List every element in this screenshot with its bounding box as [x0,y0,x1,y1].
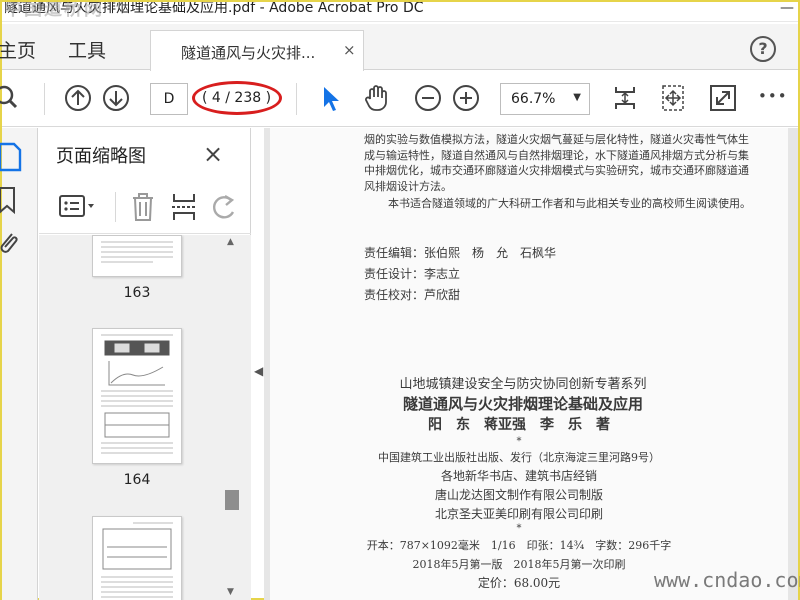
watermark-top: 中国道桥网 [4,2,104,20]
panel-close-button[interactable]: × [203,140,223,168]
collapse-panel-icon[interactable]: ◀ [254,364,263,378]
chevron-down-icon: ▼ [573,92,581,103]
minimize-button[interactable]: — [780,2,794,18]
page-number-input[interactable]: D [150,83,188,115]
panel-toolbar [39,182,251,234]
toolbar-separator [296,83,297,115]
scroll-down-icon[interactable]: ▼ [227,587,234,597]
intro-line: 成与输运特性，隧道自然通风与自然排烟理论，水下隧道通风排烟方式分析与集 [364,148,749,162]
page-preview [101,241,173,263]
tab-tools[interactable]: 工具 [68,36,106,63]
thumbnail-list: 163 164 [39,235,251,600]
next-page-icon[interactable] [101,83,131,113]
select-cursor-icon[interactable] [316,83,346,113]
tab-close-button[interactable]: × [343,41,356,59]
designer-credit: 责任设计：李志立 [364,267,461,281]
panel-title: 页面缩略图 [56,146,146,167]
authors: 阳 东 蒋亚强 李 乐 著 [428,417,610,433]
thumbnail-scrollbar[interactable]: ▲ ▼ [223,235,241,600]
zoom-dropdown[interactable]: 66.7% ▼ [500,83,590,115]
zoom-out-icon[interactable] [413,83,443,113]
delete-page-icon[interactable] [129,191,157,223]
thumbnail-panel: 页面缩略图 × 163 164 ▲ ▼ [39,128,251,600]
watermark-bottom: www.cndao.com [654,568,800,592]
tab-home[interactable]: 主页 [0,36,36,63]
page-thumbnails-icon[interactable] [0,142,22,172]
more-tools-icon[interactable]: ••• [758,87,788,105]
intro-paragraph: 烟的实验与数值模拟方法，隧道火灾烟气蔓延与层化特性，隧道火灾毒性气体生 成与输运… [364,132,770,194]
tab-document-label: 隧道通风与火灾排... [181,44,316,62]
zoom-in-icon[interactable] [451,83,481,113]
tab-bar: 主页 工具 隧道通风与火灾排... × ? [0,24,798,71]
intro-line: 烟的实验与数值模拟方法，隧道火灾烟气蔓延与层化特性，隧道火灾毒性气体生 [364,133,749,146]
insert-page-icon[interactable] [171,191,197,223]
scrollbar-thumb[interactable] [225,490,239,510]
left-rail [0,128,38,600]
help-button[interactable]: ? [750,36,776,62]
page-preview [101,334,173,454]
thumbnail-label: 164 [123,472,151,488]
publisher: 中国建筑工业出版社出版、发行（北京海淀三里河路9号） [378,451,660,464]
intro-line: 风排烟设计方法。 [364,179,452,193]
toolbar: D ( 4 / 238 ) 66.7% ▼ ••• [0,71,798,127]
sellers: 各地新华书店、建筑书店经销 [440,469,597,483]
scroll-up-icon[interactable]: ▲ [227,237,234,247]
zoom-value: 66.7% [511,91,556,107]
separator-star: * [516,436,522,447]
tab-document[interactable]: 隧道通风与火灾排... × [150,30,364,71]
proofreader-credit: 责任校对：芦欣甜 [364,288,461,302]
document-viewport[interactable]: 烟的实验与数值模拟方法，隧道火灾烟气蔓延与层化特性，隧道火灾毒性气体生 成与输运… [264,128,798,600]
attachment-icon[interactable] [0,228,22,258]
editor-credit: 责任编辑：张伯熙 杨 允 石枫华 [364,246,557,260]
toolbar-separator [44,83,45,115]
series-title: 山地城镇建设安全与防灾协同创新专著系列 [399,377,647,392]
options-menu-icon[interactable] [59,194,99,220]
toolbar-separator [115,192,116,222]
rotate-page-icon[interactable] [211,192,239,222]
audience-text: 本书适合隧道领域的广大科研工作者和与此相关专业的高校师生阅读使用。 [388,197,751,210]
printer: 北京圣夫亚美印刷有限公司印刷 [434,507,603,521]
bookmark-icon[interactable] [0,186,22,216]
full-screen-icon[interactable] [708,83,738,113]
thumbnail-page-165[interactable] [92,516,182,600]
book-title: 隧道通风与火灾排烟理论基础及应用 [402,395,643,413]
thumbnail-page-163[interactable] [92,235,182,277]
title-bar: 隧道通风与火灾排烟理论基础及应用.pdf - Adobe Acrobat Pro… [2,2,798,22]
page-preview [101,522,173,598]
thumbnail-page-164[interactable] [92,328,182,464]
search-icon[interactable] [0,83,24,113]
intro-line: 中排烟优化，城市交通环廊隧道火灾排烟模式与实验研究，城市交通环廊隧道通 [364,164,749,177]
scroll-mode-icon[interactable] [610,83,640,113]
previous-page-icon[interactable] [63,83,93,113]
book-specs: 开本：787×1092毫米 1/16 印张：14¾ 字数：296千字 [366,539,672,552]
highlight-ellipse [192,81,282,115]
fit-page-icon[interactable] [658,83,688,113]
hand-tool-icon[interactable] [362,83,392,113]
document-page: 烟的实验与数值模拟方法，隧道火灾烟气蔓延与层化特性，隧道火灾毒性气体生 成与输运… [270,128,788,600]
separator-star: * [516,523,522,534]
thumbnail-label: 163 [123,285,151,301]
typesetter: 唐山龙达图文制作有限公司制版 [434,488,603,502]
